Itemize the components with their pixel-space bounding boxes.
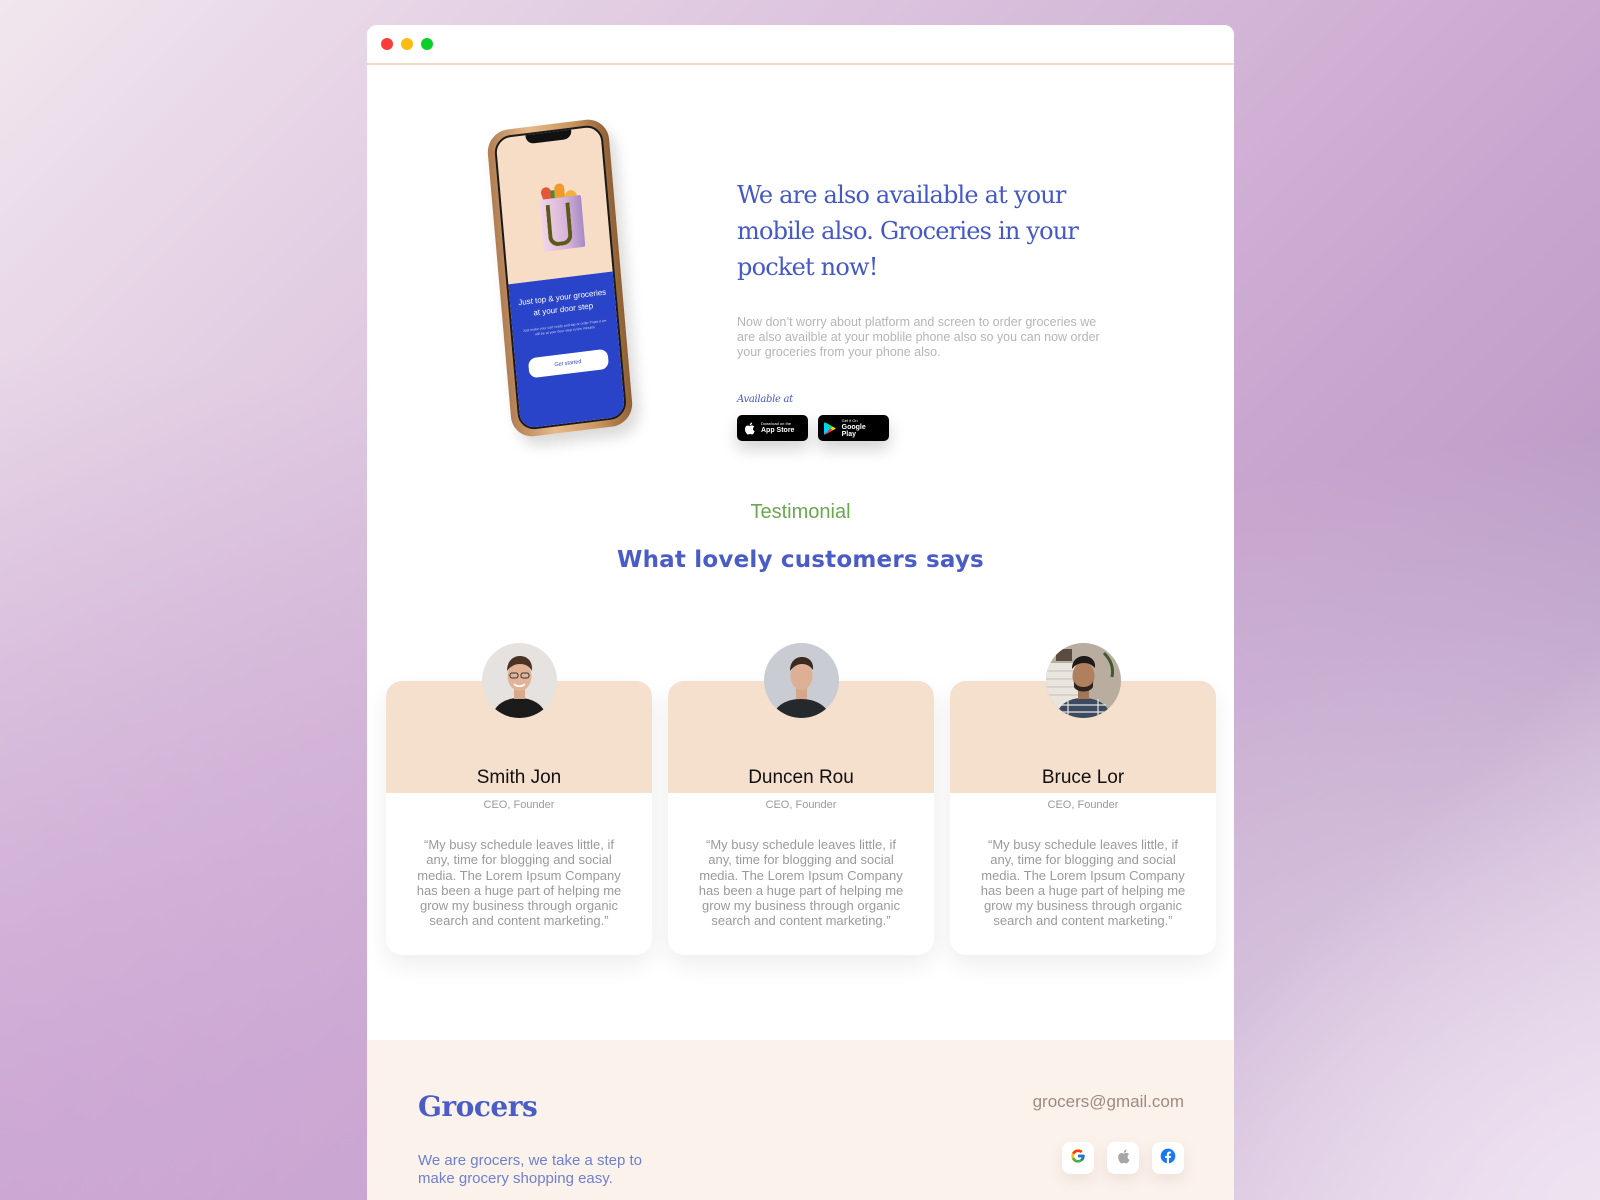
apple-link-button[interactable] xyxy=(1107,1142,1139,1174)
footer-logo[interactable]: Grocers xyxy=(418,1090,538,1123)
footer-tagline: We are grocers, we take a step to make g… xyxy=(418,1152,642,1187)
phone-frame: Just top & your groceries at your door s… xyxy=(485,117,635,439)
phone-screen: Just top & your groceries at your door s… xyxy=(493,123,628,432)
testimonial-label: Testimonial xyxy=(750,501,851,523)
google-link-button[interactable] xyxy=(1062,1142,1094,1174)
site-footer: Grocers We are grocers, we take a step t… xyxy=(367,1040,1234,1200)
app-store-small-label: Download on the xyxy=(761,421,792,426)
social-links xyxy=(1062,1142,1184,1174)
app-store-button[interactable]: Download on the App Store xyxy=(737,415,808,441)
mobile-app-section: Just top & your groceries at your door s… xyxy=(367,67,1234,487)
testimonial-card: Duncen Rou CEO, Founder “My busy schedul… xyxy=(668,643,934,985)
phone-mockup: Just top & your groceries at your door s… xyxy=(485,117,637,442)
phone-onboarding-panel: Just top & your groceries at your door s… xyxy=(508,271,626,429)
google-play-small-label: Get it On xyxy=(841,417,858,423)
window-titlebar xyxy=(367,25,1234,65)
footer-email-link[interactable]: grocers@gmail.com xyxy=(1033,1092,1184,1112)
app-store-label: App Store xyxy=(761,427,795,434)
store-buttons: Download on the App Store Get it On Goog… xyxy=(737,415,1137,441)
customer-quote: “My busy schedule leaves little, if any,… xyxy=(980,837,1186,929)
phone-get-started-button: Get started xyxy=(527,348,609,379)
google-icon xyxy=(1070,1148,1086,1168)
avatar xyxy=(1046,643,1121,718)
browser-window: Just top & your groceries at your door s… xyxy=(367,25,1234,1200)
apple-icon xyxy=(1117,1149,1130,1168)
customer-name: Bruce Lor xyxy=(1041,767,1125,788)
testimonial-card: Bruce Lor CEO, Founder “My busy schedule… xyxy=(950,643,1216,985)
hero-text-block: We are also available at your mobile als… xyxy=(737,177,1137,441)
google-play-button[interactable]: Get it On Google Play xyxy=(818,415,889,441)
grocery-bag-illustration xyxy=(534,181,586,252)
facebook-link-button[interactable] xyxy=(1152,1142,1184,1174)
phone-screen-title: Just top & your groceries at your door s… xyxy=(517,287,607,318)
phone-screen-subtitle: Just make your cart ready and tap or ord… xyxy=(522,318,607,337)
phone-notch xyxy=(525,127,572,145)
customer-quote: “My busy schedule leaves little, if any,… xyxy=(698,837,904,929)
hero-description: Now don’t worry about platform and scree… xyxy=(737,315,1100,359)
available-at-label: Available at xyxy=(737,394,793,405)
customer-role: CEO, Founder xyxy=(765,799,837,811)
onboarding-pager xyxy=(545,264,575,283)
avatar xyxy=(764,643,839,718)
testimonial-cards: Smith Jon CEO, Founder “My busy schedule… xyxy=(386,643,1216,985)
hero-title: We are also available at your mobile als… xyxy=(737,181,1079,281)
google-play-label: Google Play xyxy=(841,423,866,438)
customer-name: Duncen Rou xyxy=(748,767,854,788)
testimonial-card: Smith Jon CEO, Founder “My busy schedule… xyxy=(386,643,652,985)
google-play-icon xyxy=(824,421,837,435)
customer-quote: “My busy schedule leaves little, if any,… xyxy=(416,837,622,929)
customer-role: CEO, Founder xyxy=(483,799,555,811)
customer-name: Smith Jon xyxy=(476,767,562,788)
minimize-window-button[interactable] xyxy=(401,38,413,50)
facebook-icon xyxy=(1160,1148,1176,1168)
maximize-window-button[interactable] xyxy=(421,38,433,50)
customer-role: CEO, Founder xyxy=(1047,799,1119,811)
avatar xyxy=(482,643,557,718)
close-window-button[interactable] xyxy=(381,38,393,50)
testimonial-heading: What lovely customers says xyxy=(617,547,984,573)
apple-icon xyxy=(743,421,756,435)
